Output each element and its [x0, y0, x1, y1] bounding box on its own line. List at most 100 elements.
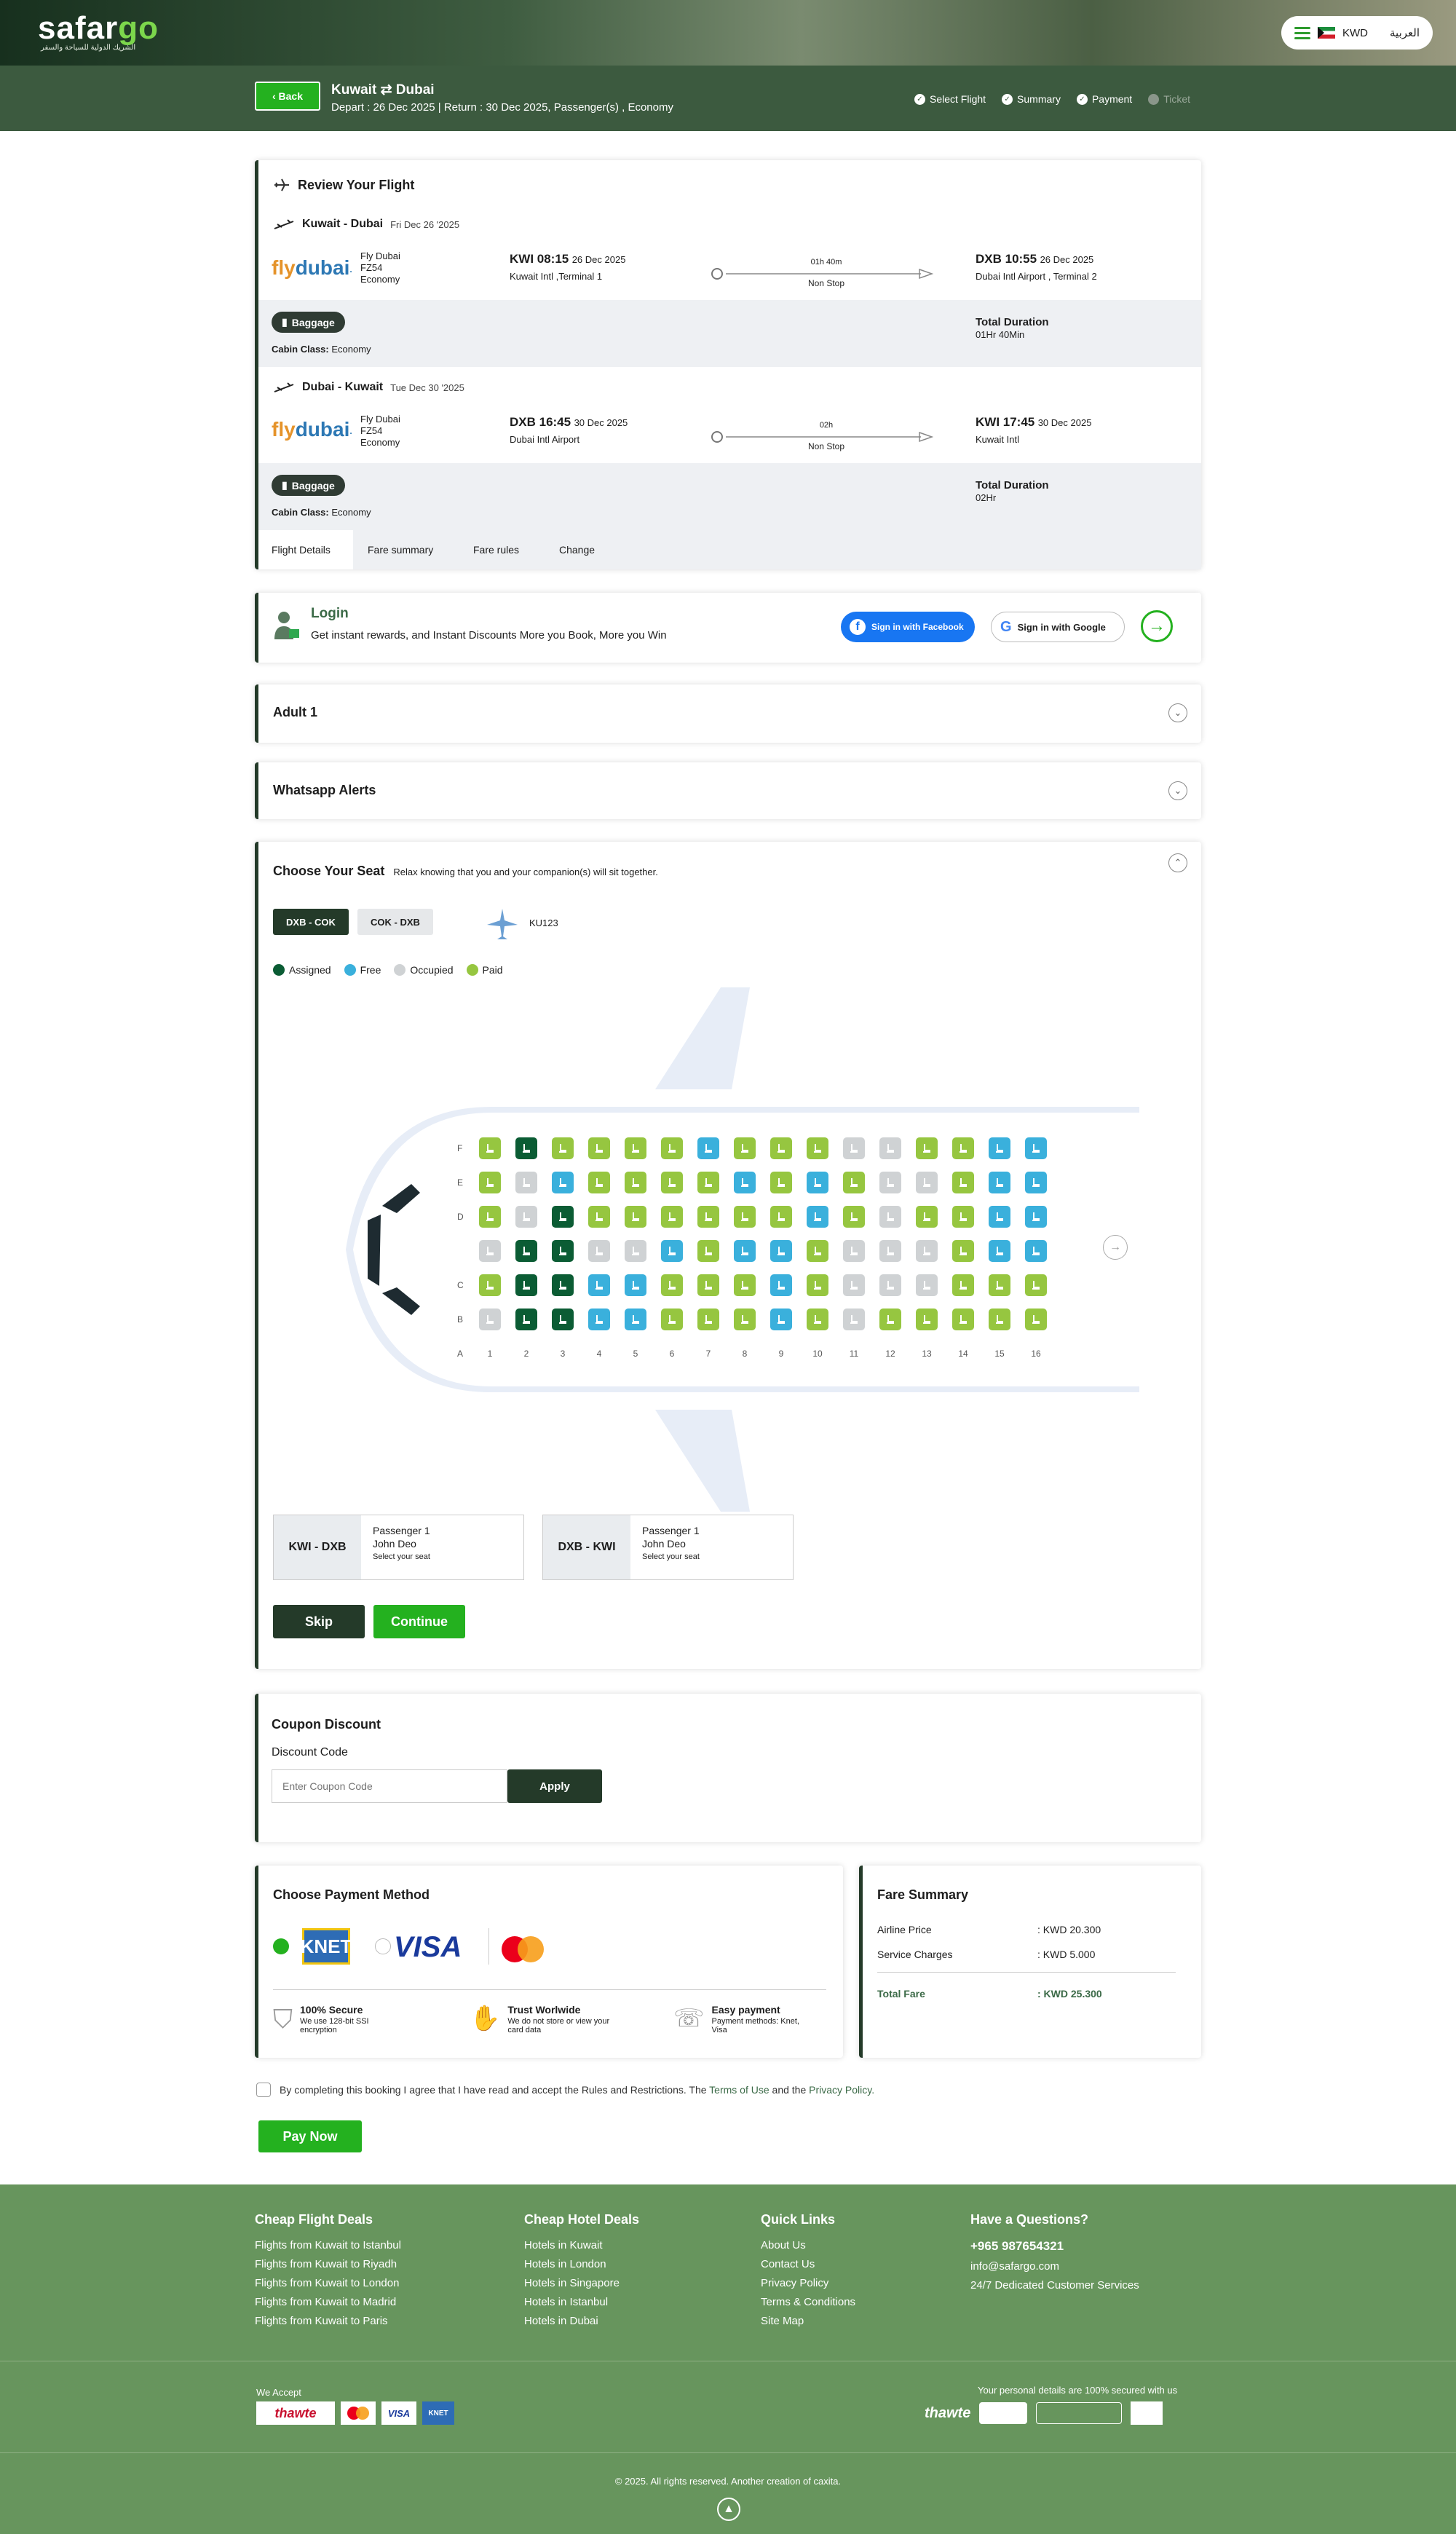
- seat-paid[interactable]: [625, 1137, 646, 1159]
- seat-paid[interactable]: [952, 1309, 974, 1330]
- seat-paid[interactable]: [770, 1172, 792, 1193]
- seat-free[interactable]: [1025, 1206, 1047, 1228]
- seat-paid[interactable]: [734, 1206, 756, 1228]
- seat-paid[interactable]: [734, 1137, 756, 1159]
- seat-free[interactable]: [625, 1309, 646, 1330]
- adult-card[interactable]: Adult 1 ⌄: [255, 684, 1201, 743]
- continue-button[interactable]: Continue: [373, 1605, 465, 1638]
- footer-link[interactable]: Hotels in London: [524, 2258, 639, 2270]
- seat-free[interactable]: [625, 1274, 646, 1296]
- seat-paid[interactable]: [807, 1137, 828, 1159]
- footer-link[interactable]: Hotels in Singapore: [524, 2277, 639, 2289]
- seat-paid[interactable]: [552, 1137, 574, 1159]
- footer-link[interactable]: Flights from Kuwait to London: [255, 2277, 401, 2289]
- seat-occupied[interactable]: [625, 1240, 646, 1262]
- seat-paid[interactable]: [697, 1240, 719, 1262]
- visa-radio[interactable]: [375, 1938, 391, 1954]
- seat-paid[interactable]: [734, 1274, 756, 1296]
- seat-paid[interactable]: [989, 1309, 1010, 1330]
- seat-free[interactable]: [588, 1274, 610, 1296]
- seat-free[interactable]: [989, 1172, 1010, 1193]
- seat-assigned[interactable]: [515, 1274, 537, 1296]
- seat-paid[interactable]: [661, 1172, 683, 1193]
- scroll-top-icon[interactable]: ▲: [717, 2498, 740, 2521]
- seat-paid[interactable]: [479, 1274, 501, 1296]
- seat-occupied[interactable]: [588, 1240, 610, 1262]
- seat-paid[interactable]: [807, 1240, 828, 1262]
- pay-now-button[interactable]: Pay Now: [258, 2120, 362, 2152]
- logo[interactable]: safargo الشريك الدولية للسياحة والسفر: [38, 10, 159, 52]
- seat-paid[interactable]: [770, 1137, 792, 1159]
- footer-link[interactable]: Flights from Kuwait to Madrid: [255, 2296, 401, 2308]
- language-switch[interactable]: العربية: [1390, 26, 1420, 39]
- seat-free[interactable]: [552, 1172, 574, 1193]
- seat-paid[interactable]: [952, 1172, 974, 1193]
- seat-free[interactable]: [1025, 1240, 1047, 1262]
- seat-paid[interactable]: [916, 1137, 938, 1159]
- footer-link[interactable]: Hotels in Kuwait: [524, 2239, 639, 2251]
- seat-assigned[interactable]: [552, 1274, 574, 1296]
- seat-paid[interactable]: [879, 1309, 901, 1330]
- footer-link[interactable]: Terms & Conditions: [761, 2296, 855, 2308]
- seat-paid[interactable]: [916, 1206, 938, 1228]
- seat-free[interactable]: [1025, 1172, 1047, 1193]
- tab-fare-rules[interactable]: Fare rules: [459, 530, 545, 569]
- seat-paid[interactable]: [770, 1206, 792, 1228]
- footer-link[interactable]: Flights from Kuwait to Riyadh: [255, 2258, 401, 2270]
- apply-button[interactable]: Apply: [507, 1769, 602, 1803]
- seat-occupied[interactable]: [879, 1206, 901, 1228]
- seat-paid[interactable]: [479, 1172, 501, 1193]
- tab-fare-summary[interactable]: Fare summary: [353, 530, 459, 569]
- seat-paid[interactable]: [952, 1274, 974, 1296]
- seat-occupied[interactable]: [843, 1309, 865, 1330]
- seat-paid[interactable]: [588, 1172, 610, 1193]
- seat-free[interactable]: [588, 1309, 610, 1330]
- footer-link[interactable]: Site Map: [761, 2315, 855, 2327]
- seat-paid[interactable]: [952, 1137, 974, 1159]
- seat-occupied[interactable]: [515, 1172, 537, 1193]
- passenger-seat-box[interactable]: KWI - DXB Passenger 1 John Deo Select your…: [273, 1515, 524, 1580]
- terms-link[interactable]: Terms of Use: [709, 2084, 769, 2096]
- seat-paid[interactable]: [843, 1172, 865, 1193]
- seat-free[interactable]: [734, 1172, 756, 1193]
- currency-selector[interactable]: KWD: [1342, 27, 1368, 39]
- seat-paid[interactable]: [916, 1309, 938, 1330]
- seat-occupied[interactable]: [515, 1206, 537, 1228]
- chevron-down-icon[interactable]: ⌄: [1168, 781, 1187, 800]
- login-arrow-button[interactable]: →: [1141, 610, 1173, 642]
- seat-free[interactable]: [770, 1309, 792, 1330]
- footer-link[interactable]: About Us: [761, 2239, 855, 2251]
- tab-flight-details[interactable]: Flight Details: [258, 530, 353, 569]
- seat-occupied[interactable]: [916, 1240, 938, 1262]
- seat-free[interactable]: [989, 1137, 1010, 1159]
- seat-occupied[interactable]: [879, 1240, 901, 1262]
- seat-free[interactable]: [807, 1172, 828, 1193]
- seat-paid[interactable]: [661, 1274, 683, 1296]
- knet-radio[interactable]: [273, 1938, 289, 1954]
- seat-occupied[interactable]: [843, 1240, 865, 1262]
- seat-occupied[interactable]: [916, 1274, 938, 1296]
- baggage-button[interactable]: ▮ Baggage: [272, 475, 345, 496]
- seat-paid[interactable]: [843, 1206, 865, 1228]
- seat-paid[interactable]: [807, 1309, 828, 1330]
- seat-assigned[interactable]: [515, 1240, 537, 1262]
- seat-paid[interactable]: [952, 1206, 974, 1228]
- footer-link[interactable]: Flights from Kuwait to Istanbul: [255, 2239, 401, 2251]
- footer-link[interactable]: Privacy Policy: [761, 2277, 855, 2289]
- seat-paid[interactable]: [1025, 1309, 1047, 1330]
- seat-paid[interactable]: [625, 1172, 646, 1193]
- whatsapp-card[interactable]: Whatsapp Alerts ⌄: [255, 762, 1201, 819]
- footer-link[interactable]: Contact Us: [761, 2258, 855, 2270]
- seat-free[interactable]: [770, 1274, 792, 1296]
- seat-free[interactable]: [770, 1240, 792, 1262]
- seat-occupied[interactable]: [879, 1137, 901, 1159]
- seat-paid[interactable]: [989, 1274, 1010, 1296]
- back-button[interactable]: ‹ Back: [255, 82, 320, 111]
- seat-paid[interactable]: [697, 1206, 719, 1228]
- coupon-input[interactable]: [272, 1769, 507, 1803]
- seat-occupied[interactable]: [479, 1309, 501, 1330]
- seat-paid[interactable]: [1025, 1274, 1047, 1296]
- seat-occupied[interactable]: [916, 1172, 938, 1193]
- chevron-down-icon[interactable]: ⌄: [1168, 703, 1187, 722]
- seat-assigned[interactable]: [552, 1309, 574, 1330]
